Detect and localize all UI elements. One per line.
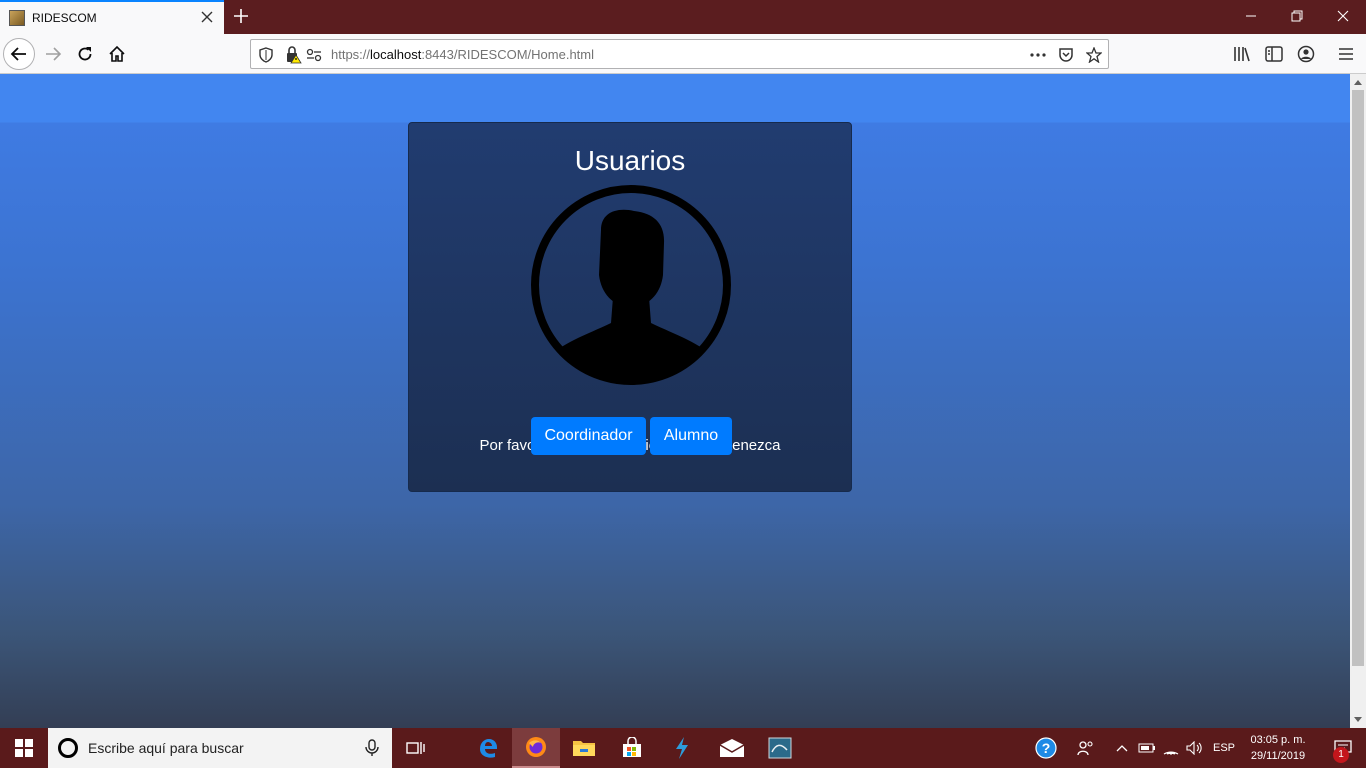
scroll-down-arrow-icon[interactable] [1350,712,1366,728]
user-avatar-icon [531,185,731,385]
url-text[interactable]: https://localhost:8443/RIDESCOM/Home.htm… [331,47,594,62]
taskbar-search-box[interactable]: Escribe aquí para buscar [48,728,392,768]
student-button[interactable]: Alumno [650,417,732,455]
help-icon[interactable]: ? [1030,728,1062,768]
close-tab-icon[interactable] [198,8,216,26]
close-window-button[interactable] [1320,0,1366,32]
reload-button[interactable] [69,38,101,70]
microphone-icon[interactable] [364,739,380,757]
volume-icon[interactable] [1184,728,1206,768]
account-icon[interactable] [1296,44,1316,64]
library-icon[interactable] [1232,44,1252,64]
tracking-shield-icon[interactable] [257,46,275,64]
wifi-icon[interactable] [1160,728,1182,768]
coordinator-button[interactable]: Coordinador [531,417,646,455]
svg-text:?: ? [1042,740,1051,756]
tab-strip: RIDESCOM [0,0,1366,34]
notification-count-badge: 1 [1333,747,1349,763]
start-button-windows-icon[interactable] [0,728,48,768]
insecure-lock-icon[interactable] [285,46,303,64]
page-actions-menu-icon[interactable] [1029,46,1047,64]
microsoft-store-icon[interactable] [608,728,656,768]
back-button[interactable] [3,38,35,70]
input-language[interactable]: ESP [1208,728,1240,768]
scrollbar-thumb[interactable] [1352,90,1364,666]
sidebar-icon[interactable] [1264,44,1284,64]
system-clock[interactable]: 03:05 p. m. 29/11/2019 [1240,732,1316,764]
minimize-window-button[interactable] [1228,0,1274,32]
page-viewport: Usuarios Por favor escoja el usuario al … [0,74,1350,728]
show-hidden-icons-chevron-icon[interactable] [1112,728,1132,768]
clock-time: 03:05 p. m. [1250,734,1306,746]
mail-icon[interactable] [708,728,756,768]
hamburger-menu-icon[interactable] [1336,44,1356,64]
battery-icon[interactable] [1136,728,1158,768]
pocket-icon[interactable] [1057,46,1075,64]
clock-date: 29/11/2019 [1250,750,1306,762]
scroll-up-arrow-icon[interactable] [1350,74,1366,90]
mysql-workbench-icon[interactable] [756,728,804,768]
forward-button[interactable] [37,38,69,70]
restore-window-button[interactable] [1274,0,1320,32]
navigation-toolbar: https://localhost:8443/RIDESCOM/Home.htm… [0,34,1366,74]
tab-title: RIDESCOM [32,11,97,25]
url-bar[interactable]: https://localhost:8443/RIDESCOM/Home.htm… [250,39,1109,69]
permissions-icon[interactable] [305,46,323,64]
new-tab-button[interactable] [230,5,252,27]
user-selection-card: Usuarios Por favor escoja el usuario al … [408,122,852,492]
search-placeholder: Escribe aquí para buscar [88,740,244,756]
bookmark-star-icon[interactable] [1085,46,1103,64]
site-favicon-icon [9,10,25,26]
tab-ridescom[interactable]: RIDESCOM [0,0,224,34]
visual-studio-icon[interactable] [658,728,706,768]
people-icon[interactable] [1072,728,1100,768]
windows-taskbar: Escribe aquí para buscar ? ESP 03:05 p. … [0,728,1366,768]
cortana-icon [58,738,78,758]
firefox-icon[interactable] [512,728,560,768]
task-view-icon[interactable] [392,728,440,768]
file-explorer-icon[interactable] [560,728,608,768]
edge-browser-icon[interactable] [464,728,512,768]
card-title: Usuarios [574,145,686,176]
home-button[interactable] [101,38,133,70]
